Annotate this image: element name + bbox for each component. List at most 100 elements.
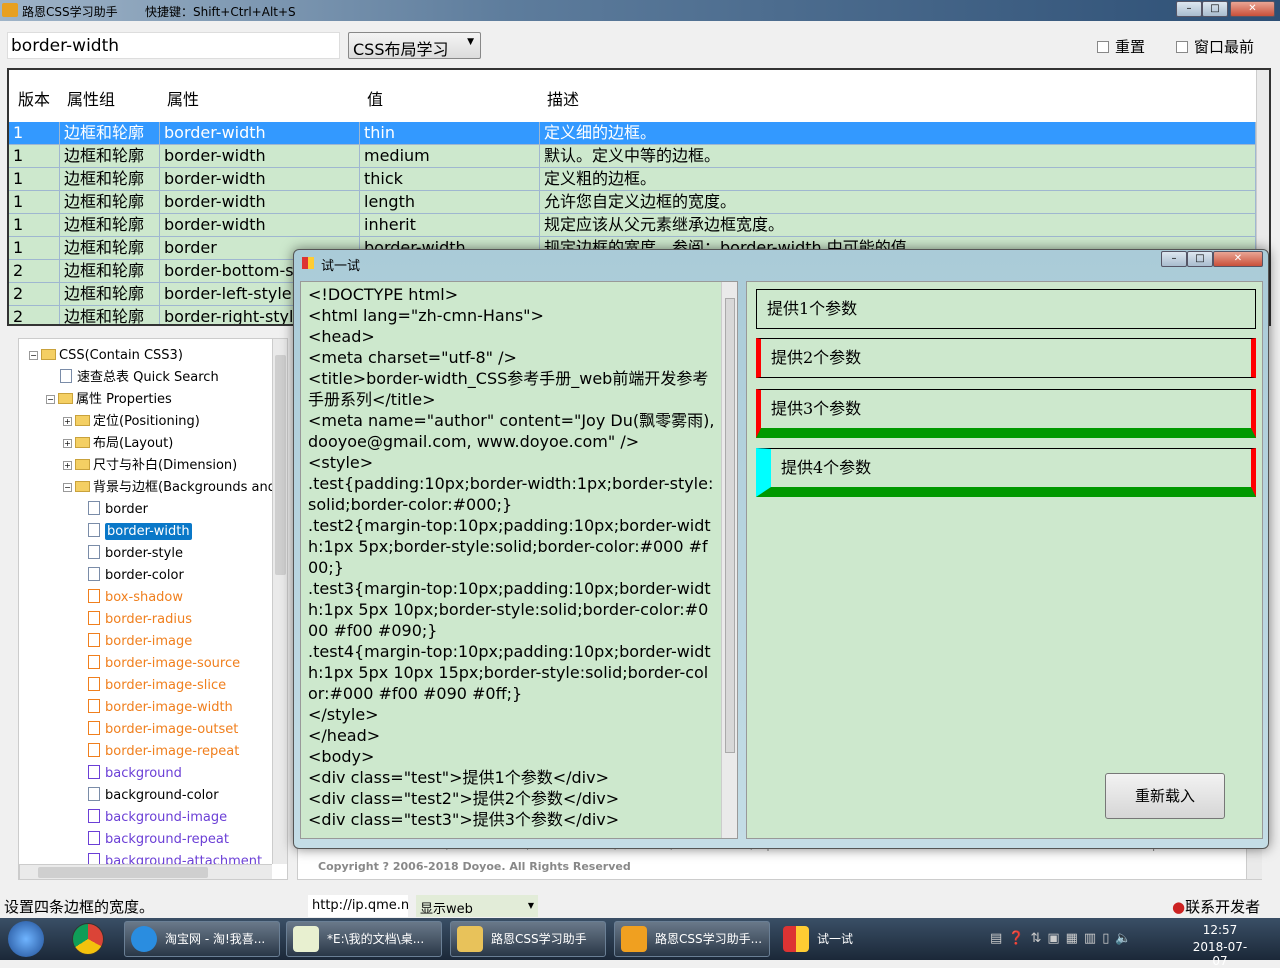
taskbar-item[interactable]: 淘宝网 - 淘!我喜... [124,921,280,957]
tree-item[interactable]: border-image-source [88,654,240,674]
taskbar-label: 淘宝网 - 淘!我喜... [165,932,266,946]
reload-button[interactable]: 重新载入 [1105,773,1225,819]
tree-item[interactable]: border-image-slice [88,676,226,696]
reset-checkbox[interactable]: 重置 [1097,36,1145,57]
dialog-close-button[interactable]: ✕ [1213,251,1263,267]
close-button[interactable]: ✕ [1230,1,1275,17]
table-row[interactable]: 1 边框和轮廓 border-width inherit 规定应该从父元素继承边框宽度。 [9,214,1256,237]
tree-item-label: 速查总表 Quick Search [77,370,219,385]
taskbar-item[interactable]: *E:\我的文档\桌... [286,921,442,957]
table-cell: 边框和轮廓 [60,306,160,324]
table-cell: 定义粗的边框。 [540,168,1256,191]
category-select[interactable]: CSS布局学习 ▼ [348,32,481,59]
tree-item[interactable]: border-width [88,522,192,542]
tree-item[interactable]: background-repeat [88,830,229,850]
chrome-icon[interactable] [72,923,104,955]
table-cell: 边框和轮廓 [60,283,160,306]
table-row[interactable]: 1 边框和轮廓 border-width length 允许您自定义边框的宽度。 [9,191,1256,214]
tree-item-label: background-repeat [105,832,229,847]
table-row[interactable]: 1 边框和轮廓 border-width thick 定义粗的边框。 [9,168,1256,191]
tree-item-label: 尺寸与补白(Dimension) [93,458,238,473]
tree-item[interactable]: − 背景与边框(Backgrounds and Borders) [63,478,287,498]
tree-item[interactable]: − 属性 Properties [46,390,172,410]
window-icon [302,257,314,269]
code-editor[interactable]: <!DOCTYPE html> <html lang="zh-cmn-Hans">… [300,281,738,839]
column-header[interactable]: 属性组 [67,78,115,122]
contact-developer-link[interactable]: ●联系开发者 [1172,896,1260,917]
maximize-button[interactable]: □ [1202,1,1228,17]
taskbar-item[interactable]: 路恩CSS学习助手... [614,921,770,957]
tree-item-label: border-image [105,634,193,649]
tree-item[interactable]: box-shadow [88,588,183,608]
chevron-down-icon: ▼ [467,37,474,47]
dialog-minimize-button[interactable]: – [1161,251,1187,267]
tree-item[interactable]: 速查总表 Quick Search [60,368,219,388]
tree-item[interactable]: border-style [88,544,183,564]
search-input[interactable]: border-width [7,32,340,59]
expand-icon[interactable]: + [63,439,72,448]
table-cell: 默认。定义中等的边框。 [540,145,1256,168]
code-line: </style> [308,705,379,724]
collapse-icon[interactable]: − [63,483,72,492]
collapse-icon[interactable]: − [29,351,38,360]
document-icon [88,545,100,559]
start-button[interactable] [8,921,44,957]
code-line: .test{padding:10px;border-width:1px;bord… [308,474,714,514]
tree-item[interactable]: background-color [88,786,219,806]
column-header[interactable]: 描述 [547,78,579,122]
tree-item[interactable]: border-image-width [88,698,233,718]
table-cell: 2 [9,306,60,324]
column-header[interactable]: 值 [367,78,383,122]
tree-item[interactable]: + 布局(Layout) [63,434,173,454]
table-row[interactable]: 1 边框和轮廓 border-width medium 默认。定义中等的边框。 [9,145,1256,168]
document-icon [60,369,72,383]
tree-item-label: background [105,766,182,781]
table-cell: length [360,191,540,214]
tree-item[interactable]: border-color [88,566,184,586]
taskbar-item[interactable]: 试一试 [776,921,932,957]
tree-item[interactable]: − CSS(Contain CSS3) [29,346,183,366]
mode-select[interactable]: 显示web ▼ [416,895,538,917]
tree-item[interactable]: background-image [88,808,227,828]
table-row[interactable]: 1 边框和轮廓 border-width thin 定义细的边框。 [9,122,1256,145]
topmost-checkbox[interactable]: 窗口最前 [1176,36,1254,57]
column-header[interactable]: 属性 [167,78,199,122]
tree-item-label: border-image-outset [105,722,239,737]
tree-vscrollbar[interactable] [272,339,287,864]
tree-item[interactable]: border-image [88,632,192,652]
code-line: .test4{margin-top:10px;padding:10px;bord… [308,642,711,703]
tree-item[interactable]: + 定位(Positioning) [63,412,200,432]
tree-item[interactable]: border [88,500,148,520]
minimize-button[interactable]: – [1176,1,1202,17]
taskbar-item[interactable]: 路恩CSS学习助手 [450,921,606,957]
tree-item[interactable]: border-radius [88,610,192,630]
tree-item[interactable]: + 尺寸与补白(Dimension) [63,456,237,476]
tree-item-label: border-image-repeat [105,744,240,759]
document-icon [88,721,100,735]
tree-item[interactable]: border-image-outset [88,720,238,740]
status-bar: 设置四条边框的宽度。 http://ip.qme.na 显示web ▼ ●联系开发… [0,893,1280,918]
folder-icon [75,459,90,470]
code-line: .test3{margin-top:10px;padding:10px;bord… [308,579,711,640]
collapse-icon[interactable]: − [46,395,55,404]
column-header[interactable]: 版本 [18,78,50,122]
tray-icons[interactable]: ▤❓⇅▣▦▥▯🔈 [990,931,1138,946]
url-input[interactable]: http://ip.qme.na [308,895,408,917]
code-scrollbar[interactable] [721,282,737,838]
preview-box-4: 提供4个参数 [756,448,1256,497]
code-line: <html lang="zh-cmn-Hans"> [308,306,544,325]
tree-item-label: border-color [105,568,184,583]
document-icon [88,809,100,823]
tree-hscrollbar[interactable] [19,864,272,879]
expand-icon[interactable]: + [63,417,72,426]
table-cell: 1 [9,145,60,168]
tree-item-label: box-shadow [105,590,184,605]
expand-icon[interactable]: + [63,461,72,470]
document-icon [88,611,100,625]
tree-item[interactable]: border-image-repeat [88,742,239,762]
clock[interactable]: 12:57 2018-07-07 [1190,923,1250,968]
tree-item[interactable]: background [88,764,182,784]
dialog-maximize-button[interactable]: □ [1187,251,1213,267]
tree-item-label: background-image [105,810,228,825]
code-line: .test2{margin-top:10px;padding:10px;bord… [308,516,711,577]
